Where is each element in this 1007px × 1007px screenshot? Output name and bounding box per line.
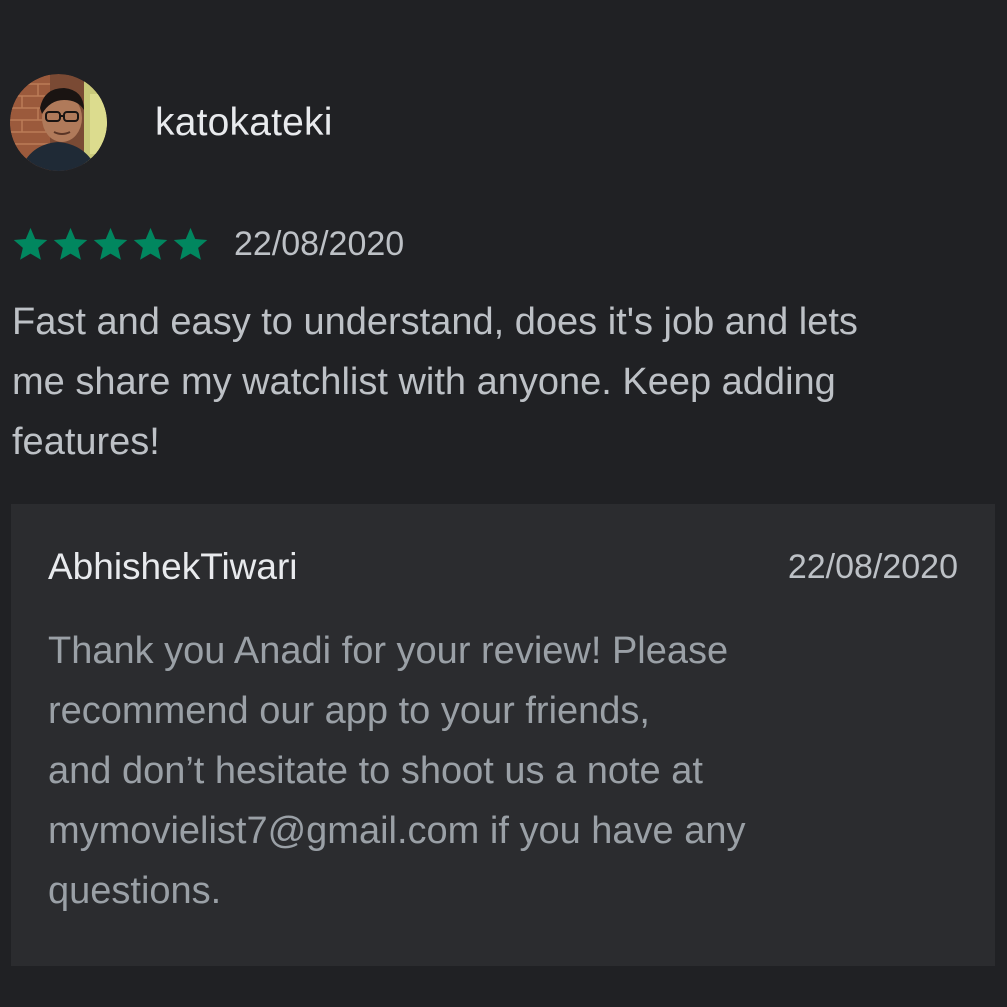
reply-body: Thank you Anadi for your review! Please … [48,621,968,921]
star-icon [53,227,88,260]
review-body-line: features! [12,421,160,463]
star-icon [13,227,48,260]
review-body-line: Fast and easy to understand, does it's j… [12,301,858,343]
review-body: Fast and easy to understand, does it's j… [12,292,972,472]
reply-body-line: questions. [48,870,222,912]
reply-date: 22/08/2020 [787,548,958,586]
reply-body-line: and don’t hesitate to shoot us a note at [48,750,703,792]
developer-reply: AbhishekTiwari 22/08/2020 Thank you Anad… [11,504,995,966]
star-icon [173,227,208,260]
reply-author-name: AbhishekTiwari [48,546,298,587]
user-avatar-icon [10,73,107,171]
reply-body-line: recommend our app to your friends, [48,690,650,732]
reply-body-line: mymovielist7@gmail.com if you have any [48,810,746,852]
star-icon [93,227,128,260]
review-header: katokateki [10,73,333,171]
review-card: katokateki 22/08/2020 Fast and easy to u… [0,0,1007,1007]
reply-body-line: Thank you Anadi for your review! Please [48,630,729,672]
review-author-name: katokateki [155,101,333,144]
review-body-line: me share my watchlist with anyone. Keep … [12,361,836,403]
review-rating-row: 22/08/2020 [11,222,404,266]
avatar[interactable] [10,73,107,171]
review-date: 22/08/2020 [234,224,405,263]
star-rating [11,225,210,264]
star-icon [133,227,168,260]
